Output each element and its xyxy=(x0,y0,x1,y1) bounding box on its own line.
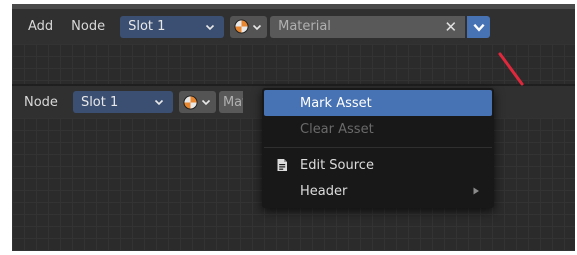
node-editor-canvas-top[interactable] xyxy=(12,44,575,84)
chevron-down-icon xyxy=(206,24,215,30)
menu-item-label: Header xyxy=(300,183,348,199)
menu-item-mark-asset[interactable]: Mark Asset xyxy=(264,90,492,116)
slot-label: Slot 1 xyxy=(128,19,166,34)
menu-node[interactable]: Node xyxy=(62,19,114,34)
slot-dropdown[interactable]: Slot 1 xyxy=(72,91,173,113)
slot-dropdown[interactable]: Slot 1 xyxy=(120,15,225,38)
menu-item-label: Mark Asset xyxy=(300,95,372,111)
material-browse-button[interactable] xyxy=(230,15,268,38)
menu-item-header[interactable]: Header xyxy=(264,178,492,204)
menu-item-edit-source[interactable]: Edit Source xyxy=(264,152,492,178)
menu-separator xyxy=(264,147,492,148)
menu-item-clear-asset: Clear Asset xyxy=(264,116,492,142)
material-name-field[interactable]: Mate xyxy=(218,91,243,113)
menu-node[interactable]: Node xyxy=(12,95,67,110)
material-options-dropdown-button[interactable] xyxy=(467,15,491,38)
material-name: Mate xyxy=(222,94,243,110)
menu-add[interactable]: Add xyxy=(12,19,62,34)
material-name: Material xyxy=(278,19,331,34)
clear-material-button[interactable]: ✕ xyxy=(445,18,458,36)
asset-context-menu: Mark Asset Clear Asset Edit Source Heade… xyxy=(262,88,494,208)
top-editor-header: Add Node Slot 1 Material ✕ xyxy=(12,4,575,44)
chevron-down-icon xyxy=(253,24,262,30)
submenu-arrow-icon xyxy=(473,187,479,195)
menu-item-label: Edit Source xyxy=(300,157,374,173)
material-name-field[interactable]: Material ✕ xyxy=(270,15,466,38)
material-browse-button[interactable] xyxy=(178,91,216,113)
material-ball-icon xyxy=(234,19,249,34)
chevron-down-icon xyxy=(473,23,485,32)
chevron-down-icon xyxy=(201,99,211,106)
material-ball-icon xyxy=(183,94,198,110)
menu-item-label: Clear Asset xyxy=(300,121,374,137)
chevron-down-icon xyxy=(154,99,164,106)
node-editor-screenshot: Add Node Slot 1 Material ✕ Node Slot 1 M… xyxy=(0,0,577,255)
document-icon xyxy=(277,159,287,171)
slot-label: Slot 1 xyxy=(80,94,119,110)
